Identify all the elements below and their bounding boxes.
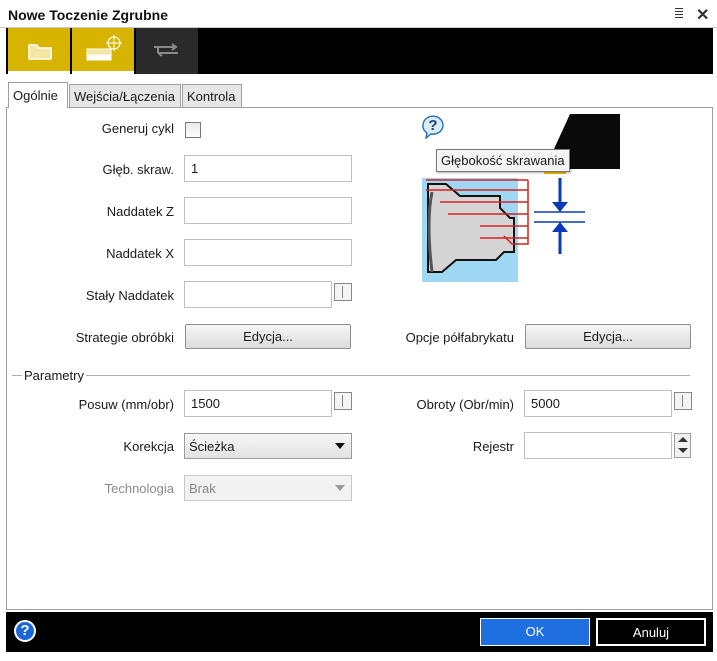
obroty-calculator-icon[interactable] [674, 392, 692, 410]
cutting-depth-diagram [422, 114, 620, 282]
rejestr-label: Rejestr [472, 439, 514, 454]
strategie-edit-button[interactable]: Edycja... [185, 324, 351, 349]
posuw-input[interactable]: 1500 [184, 390, 332, 417]
naddatek-z-label: Naddatek Z [106, 204, 174, 219]
posuw-label: Posuw (mm/obr) [78, 397, 174, 412]
opcje-label: Opcje półfabrykatu [405, 330, 514, 345]
rejestr-spinner[interactable] [674, 433, 691, 458]
gleb-skraw-input[interactable]: 1 [184, 155, 352, 182]
opcje-edit-button[interactable]: Edycja... [525, 324, 691, 349]
technologia-select[interactable]: Brak [184, 475, 352, 501]
menu-icon[interactable] [674, 6, 684, 20]
spin-up-icon[interactable] [678, 437, 688, 442]
obroty-label: Obroty (Obr/min) [416, 397, 514, 412]
toolbar [6, 28, 713, 74]
rejestr-input[interactable] [524, 432, 672, 459]
close-icon[interactable]: ✕ [696, 5, 709, 25]
transfer-arrows-icon [154, 43, 178, 57]
naddatek-x-input[interactable] [184, 239, 352, 266]
tab-wejscia-laczenia[interactable]: Wejścia/Łączenia [69, 84, 181, 107]
tool-position-icon [86, 35, 122, 61]
posuw-calculator-icon[interactable] [334, 392, 352, 410]
help-icon[interactable]: ? [14, 620, 36, 642]
technologia-value: Brak [189, 481, 216, 496]
folder-icon [28, 44, 52, 60]
obroty-input[interactable]: 5000 [524, 390, 672, 417]
strategie-label: Strategie obróbki [75, 330, 174, 345]
tool-position-button[interactable] [72, 28, 134, 74]
generuj-cykl-checkbox[interactable] [185, 122, 201, 138]
cancel-button[interactable]: Anuluj [596, 618, 706, 646]
technologia-label: Technologia [104, 481, 174, 496]
parametry-separator [12, 375, 690, 376]
staly-naddatek-input[interactable] [184, 281, 332, 308]
naddatek-z-input[interactable] [184, 197, 352, 224]
cutting-depth-tooltip: Głębokość skrawania [436, 149, 570, 172]
korekcja-select[interactable]: Ścieżka [184, 433, 352, 459]
chevron-down-icon [335, 443, 345, 449]
naddatek-x-label: Naddatek X [106, 246, 174, 261]
gleb-skraw-label: Głęb. skraw. [102, 162, 174, 177]
chevron-down-icon [335, 485, 345, 491]
korekcja-value: Ścieżka [189, 439, 235, 454]
parametry-group-label: Parametry [22, 368, 86, 383]
tab-ogolnie[interactable]: Ogólnie [8, 82, 68, 108]
generuj-cykl-label: Generuj cykl [101, 121, 174, 136]
tab-kontrola[interactable]: Kontrola [182, 84, 242, 107]
staly-naddatek-label: Stały Naddatek [85, 288, 174, 303]
footer-bar: ? OK Anuluj [6, 612, 713, 652]
spin-down-icon[interactable] [678, 448, 688, 453]
tool-transfer-button[interactable] [136, 28, 198, 74]
calculator-icon[interactable] [334, 283, 352, 301]
window-title: Nowe Toczenie Zgrubne [8, 7, 168, 23]
tool-folder-button[interactable] [8, 28, 70, 74]
korekcja-label: Korekcja [123, 439, 174, 454]
ok-button[interactable]: OK [480, 618, 590, 646]
